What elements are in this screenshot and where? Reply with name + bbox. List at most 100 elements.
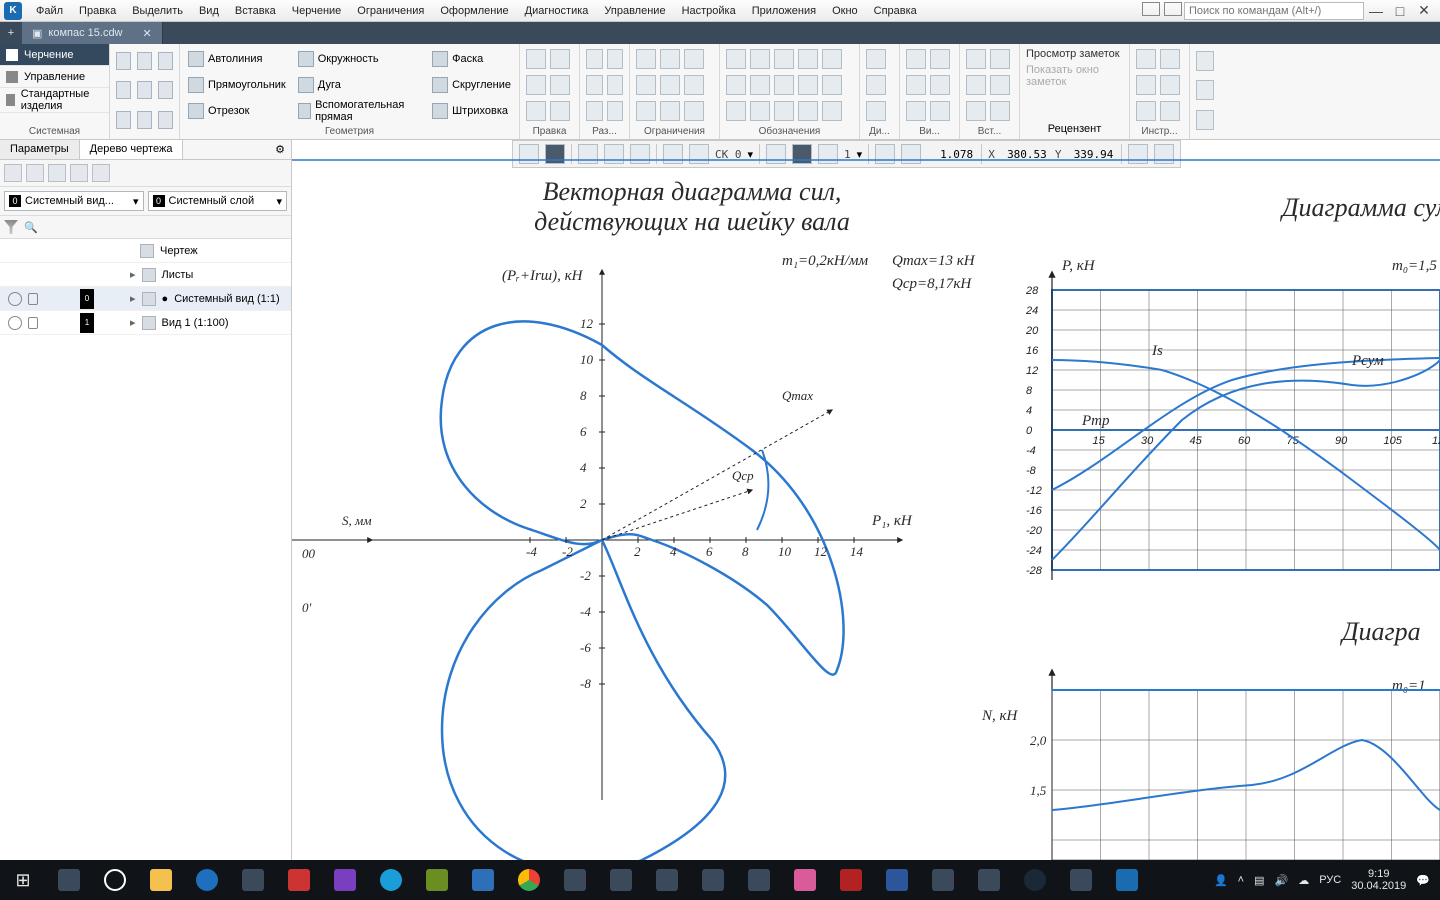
layout-icons[interactable] <box>1140 2 1184 19</box>
g4m-icon[interactable] <box>774 101 794 121</box>
app-icon-7[interactable] <box>644 860 690 900</box>
tool-aux-line[interactable]: Вспомогательная прямая <box>296 100 422 122</box>
g5c-icon[interactable] <box>866 101 886 121</box>
g3f-icon[interactable] <box>684 75 704 95</box>
st4-icon[interactable] <box>70 164 88 182</box>
tree-system-view[interactable]: 0 ▸●Системный вид (1:1) <box>0 287 291 311</box>
undo-icon[interactable] <box>158 81 173 99</box>
tray-people-icon[interactable]: 👤 <box>1214 874 1228 887</box>
menu-constraints[interactable]: Ограничения <box>349 3 432 19</box>
command-search-input[interactable] <box>1184 2 1364 20</box>
g4n-icon[interactable] <box>798 101 818 121</box>
g7a-icon[interactable] <box>966 49 986 69</box>
app-icon-12[interactable] <box>920 860 966 900</box>
paste-icon[interactable] <box>158 111 173 129</box>
g4l-icon[interactable] <box>750 101 770 121</box>
app-icon-5[interactable] <box>460 860 506 900</box>
g9c-icon[interactable] <box>1196 110 1214 130</box>
g3g-icon[interactable] <box>636 101 656 121</box>
word-icon[interactable] <box>874 860 920 900</box>
tree-search-input[interactable] <box>44 221 287 233</box>
g8a-icon[interactable] <box>1136 49 1156 69</box>
tool-segment[interactable]: Отрезок <box>186 100 288 122</box>
save-icon[interactable] <box>158 52 173 70</box>
g3d-icon[interactable] <box>636 75 656 95</box>
tray-onedrive-icon[interactable]: ☁ <box>1298 874 1309 887</box>
app-icon-3[interactable] <box>368 860 414 900</box>
tree-view-1[interactable]: 1 ▸Вид 1 (1:100) <box>0 311 291 335</box>
menu-settings[interactable]: Настройка <box>674 3 744 19</box>
g7e-icon[interactable] <box>966 101 986 121</box>
tree-sheets[interactable]: ▸Листы <box>0 263 291 287</box>
menu-edit[interactable]: Правка <box>71 3 124 19</box>
tool-rectangle[interactable]: Прямоугольник <box>186 74 288 96</box>
print-icon[interactable] <box>116 81 131 99</box>
g2d-icon[interactable] <box>607 75 624 95</box>
document-tab[interactable]: ▣ компас 15.cdw ✕ <box>22 22 163 44</box>
taskview-icon[interactable] <box>46 860 92 900</box>
kompas-task-icon[interactable] <box>1104 860 1150 900</box>
g4d-icon[interactable] <box>798 49 818 69</box>
sidetab-params[interactable]: Параметры <box>0 140 80 159</box>
g9b-icon[interactable] <box>1196 80 1214 100</box>
app-icon-9[interactable] <box>736 860 782 900</box>
g6f-icon[interactable] <box>930 101 950 121</box>
app-icon-6[interactable] <box>598 860 644 900</box>
g1e-icon[interactable] <box>526 101 546 121</box>
g2b-icon[interactable] <box>607 49 624 69</box>
st3-icon[interactable] <box>48 164 66 182</box>
tray-lang[interactable]: РУС <box>1319 874 1341 886</box>
app-icon-13[interactable] <box>966 860 1012 900</box>
g2f-icon[interactable] <box>607 101 624 121</box>
tray-notifications-icon[interactable]: 💬 <box>1416 874 1430 887</box>
g4c-icon[interactable] <box>774 49 794 69</box>
app-icon-14[interactable] <box>1058 860 1104 900</box>
g1d-icon[interactable] <box>550 75 570 95</box>
start-button[interactable]: ⊞ <box>0 860 46 900</box>
g4k-icon[interactable] <box>726 101 746 121</box>
steam-icon[interactable] <box>1012 860 1058 900</box>
st1-icon[interactable] <box>4 164 22 182</box>
close-tab-icon[interactable]: ✕ <box>143 27 152 40</box>
g7d-icon[interactable] <box>990 75 1010 95</box>
menu-file[interactable]: Файл <box>28 3 71 19</box>
g8b-icon[interactable] <box>1160 49 1180 69</box>
tray-vol-icon[interactable]: 🔊 <box>1275 874 1289 887</box>
menu-manage[interactable]: Управление <box>596 3 673 19</box>
menu-window[interactable]: Окно <box>824 3 866 19</box>
close-button[interactable]: ✕ <box>1412 2 1436 19</box>
tray-net-icon[interactable]: ▤ <box>1254 874 1264 887</box>
tool-chamfer[interactable]: Фаска <box>430 48 513 70</box>
menu-help[interactable]: Справка <box>866 3 925 19</box>
app-icon-10[interactable] <box>782 860 828 900</box>
menu-format[interactable]: Оформление <box>432 3 516 19</box>
tool-arc[interactable]: Дуга <box>296 74 422 96</box>
store-icon[interactable] <box>230 860 276 900</box>
app-icon-4[interactable] <box>414 860 460 900</box>
menu-apps[interactable]: Приложения <box>744 3 824 19</box>
g6b-icon[interactable] <box>930 49 950 69</box>
g4h-icon[interactable] <box>774 75 794 95</box>
tool-autoline[interactable]: Автолиния <box>186 48 288 70</box>
redo-icon[interactable] <box>116 111 131 129</box>
g3h-icon[interactable] <box>660 101 680 121</box>
tool-hatch[interactable]: Штриховка <box>430 100 513 122</box>
menu-insert[interactable]: Вставка <box>227 3 284 19</box>
g7f-icon[interactable] <box>990 101 1010 121</box>
g9a-icon[interactable] <box>1196 51 1214 71</box>
maximize-button[interactable]: □ <box>1388 3 1412 19</box>
g4i-icon[interactable] <box>798 75 818 95</box>
g1c-icon[interactable] <box>526 75 546 95</box>
tray-clock[interactable]: 9:1930.04.2019 <box>1351 868 1406 892</box>
app-icon-11[interactable] <box>828 860 874 900</box>
app-icon-8[interactable] <box>690 860 736 900</box>
g8d-icon[interactable] <box>1160 75 1180 95</box>
layer-combo[interactable]: 0Системный слой▾ <box>148 191 288 211</box>
minimize-button[interactable]: — <box>1364 3 1388 19</box>
chrome-icon[interactable] <box>506 860 552 900</box>
g8f-icon[interactable] <box>1160 101 1180 121</box>
g3a-icon[interactable] <box>636 49 656 69</box>
edge-icon[interactable] <box>184 860 230 900</box>
new-tab-button[interactable]: + <box>0 27 22 39</box>
cortana-icon[interactable] <box>92 860 138 900</box>
